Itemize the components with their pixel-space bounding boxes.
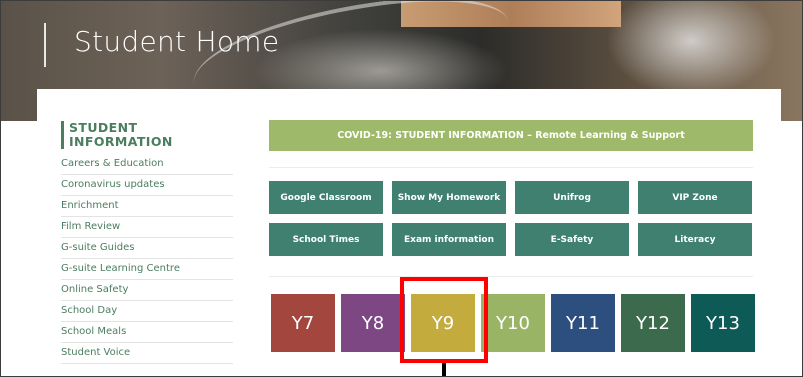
section-divider: [269, 276, 753, 277]
title-divider: [44, 23, 46, 67]
sidebar-item-coronavirus[interactable]: Coronavirus updates: [61, 175, 233, 196]
year-10-tile[interactable]: Y10: [481, 294, 545, 352]
sidebar-item-student-voice[interactable]: Student Voice: [61, 343, 233, 364]
browser-frame: Student Home STUDENT INFORMATION Careers…: [0, 0, 803, 377]
page-title: Student Home: [74, 25, 280, 58]
sidebar-item-school-meals[interactable]: School Meals: [61, 322, 233, 343]
year-11-tile[interactable]: Y11: [551, 294, 615, 352]
sidebar-heading: STUDENT INFORMATION: [61, 121, 233, 149]
covid-info-button[interactable]: COVID-19: STUDENT INFORMATION – Remote L…: [269, 120, 753, 151]
school-times-button[interactable]: School Times: [269, 223, 383, 256]
vip-zone-button[interactable]: VIP Zone: [638, 181, 752, 214]
sidebar-item-gsuite-learning[interactable]: G-suite Learning Centre: [61, 259, 233, 280]
sidebar-item-enrichment[interactable]: Enrichment: [61, 196, 233, 217]
exam-information-button[interactable]: Exam information: [392, 223, 506, 256]
section-divider: [269, 167, 753, 168]
sidebar: STUDENT INFORMATION Careers & Education …: [61, 121, 233, 364]
sidebar-item-school-day[interactable]: School Day: [61, 301, 233, 322]
highlight-annotation-box: [400, 277, 488, 363]
sidebar-item-careers[interactable]: Careers & Education: [61, 154, 233, 175]
sidebar-item-film-review[interactable]: Film Review: [61, 217, 233, 238]
sidebar-item-gsuite-guides[interactable]: G-suite Guides: [61, 238, 233, 259]
e-safety-button[interactable]: E-Safety: [515, 223, 629, 256]
unifrog-button[interactable]: Unifrog: [515, 181, 629, 214]
show-my-homework-button[interactable]: Show My Homework: [392, 181, 506, 214]
literacy-button[interactable]: Literacy: [638, 223, 752, 256]
year-13-tile[interactable]: Y13: [691, 294, 755, 352]
year-7-tile[interactable]: Y7: [271, 294, 335, 352]
google-classroom-button[interactable]: Google Classroom: [269, 181, 383, 214]
annotation-arrow-line: [442, 363, 446, 376]
year-8-tile[interactable]: Y8: [341, 294, 405, 352]
sidebar-item-online-safety[interactable]: Online Safety: [61, 280, 233, 301]
year-12-tile[interactable]: Y12: [621, 294, 685, 352]
